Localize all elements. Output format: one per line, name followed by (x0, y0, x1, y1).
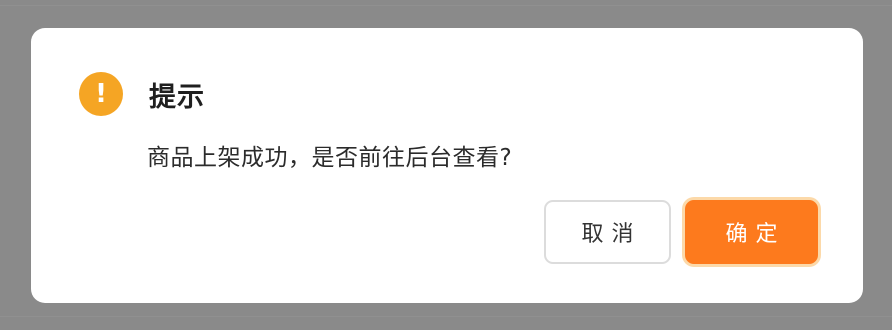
backdrop-divider (0, 316, 892, 317)
confirm-button[interactable]: 确定 (685, 200, 818, 264)
backdrop-divider (0, 5, 892, 6)
dialog-message: 商品上架成功，是否前往后台查看? (147, 145, 513, 171)
warning-icon: ! (79, 72, 123, 116)
confirm-button-label: 确定 (725, 222, 786, 247)
cancel-button-label: 取消 (581, 222, 642, 247)
confirm-dialog: ! 提示 商品上架成功，是否前往后台查看? 取消 确定 (31, 28, 863, 303)
dialog-title: 提示 (149, 81, 205, 113)
dialog-header: ! 提示 (79, 72, 205, 116)
cancel-button[interactable]: 取消 (544, 200, 671, 264)
